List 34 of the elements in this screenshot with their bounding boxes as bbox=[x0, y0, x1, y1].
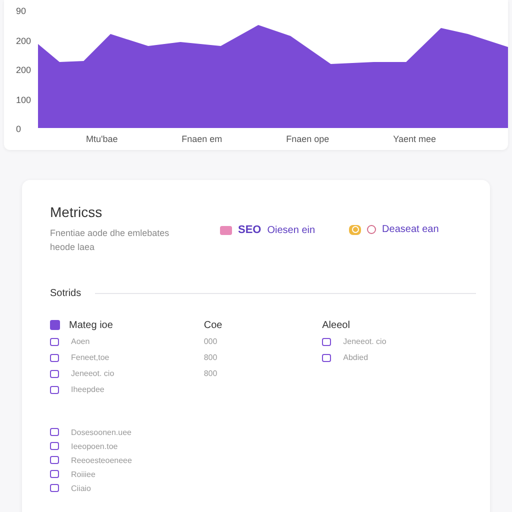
list-item: Feneet,toe bbox=[71, 353, 110, 362]
column-header: Mateg ioe bbox=[69, 320, 113, 330]
card-title: Metricss bbox=[50, 204, 104, 220]
axis-label: 200 bbox=[16, 65, 32, 75]
list-item: Abdied bbox=[343, 353, 368, 362]
list-item: Aoen bbox=[71, 337, 90, 346]
list-item[interactable]: Roiiiee bbox=[71, 470, 96, 478]
list-item: 800 bbox=[204, 369, 218, 378]
axis-label: 90 bbox=[16, 6, 28, 16]
list-item[interactable]: Ciiaio bbox=[71, 484, 92, 492]
list-item: 800 bbox=[204, 353, 218, 362]
list-item: 000 bbox=[204, 337, 218, 346]
axis-label: Mtu'bae bbox=[86, 134, 118, 144]
tag-link[interactable]: Oiesen ein bbox=[267, 224, 316, 236]
column-header: Coe bbox=[204, 320, 222, 330]
list-item[interactable]: Ieeopoen.toe bbox=[71, 442, 118, 450]
list-item: Jeneeot. cio bbox=[343, 337, 386, 346]
tag-link[interactable]: Deaseat ean bbox=[382, 224, 439, 235]
square-icon bbox=[50, 320, 60, 330]
list-item[interactable]: Reeoesteoeneee bbox=[71, 456, 132, 464]
list-item[interactable]: Dosesoonen.uee bbox=[71, 428, 132, 436]
tag-label: SEO bbox=[238, 224, 262, 236]
list-item: Iheepdee bbox=[71, 385, 104, 394]
axis-label: Yaent mee bbox=[393, 134, 436, 144]
section-title: Sotrids bbox=[50, 288, 82, 299]
axis-label: 0 bbox=[16, 124, 22, 134]
list-item: Jeneeot. cio bbox=[71, 369, 114, 378]
axis-label: 200 bbox=[16, 36, 32, 46]
card-description: Fnentiae aode dhe emlebates heode laea bbox=[50, 227, 170, 254]
axis-label: Fnaen ope bbox=[286, 134, 330, 144]
column-header: Aleeol bbox=[322, 320, 350, 330]
axis-label: 100 bbox=[16, 94, 32, 104]
axis-label: Fnaen em bbox=[182, 134, 222, 144]
circle-icon bbox=[367, 225, 376, 234]
